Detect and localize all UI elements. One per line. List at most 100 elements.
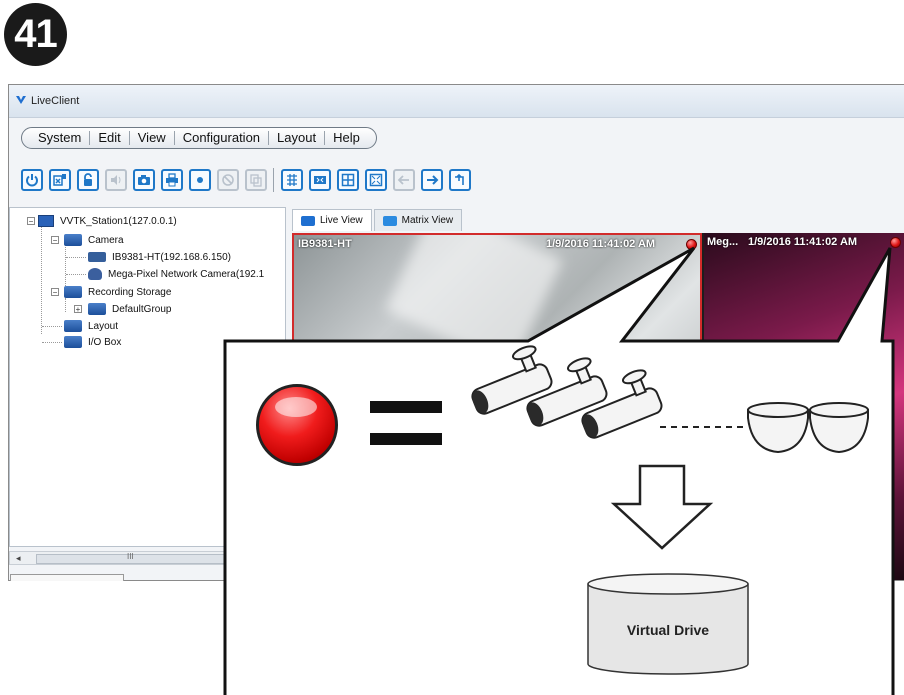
- tab-label: Matrix View: [401, 215, 454, 226]
- tree-item-io-box[interactable]: I/O Box: [64, 334, 121, 350]
- recording-indicator-icon: [890, 237, 901, 248]
- tree-item-camera-ib9381[interactable]: IB9381-HT(192.168.6.150): [88, 249, 231, 265]
- cam1-name: IB9381-HT: [298, 238, 352, 250]
- computer-icon: [38, 215, 54, 227]
- record-icon: [197, 177, 203, 183]
- matrix-tv-icon: [382, 215, 397, 226]
- expander-station[interactable]: −: [27, 217, 35, 226]
- tree-line: [66, 257, 86, 258]
- folder-icon: [64, 336, 82, 348]
- fullscreen-button[interactable]: [309, 169, 331, 191]
- print-button[interactable]: [161, 169, 183, 191]
- stop-button[interactable]: [217, 169, 239, 191]
- forward-button[interactable]: [421, 169, 443, 191]
- folder-icon: [88, 303, 106, 315]
- camera-icon: [301, 215, 315, 226]
- tree-line: [41, 224, 42, 334]
- logout-button[interactable]: [49, 169, 71, 191]
- bottom-panel-tab[interactable]: [10, 574, 124, 581]
- forward-arrow-icon: [427, 175, 439, 185]
- tree-label: Mega-Pixel Network Camera(192.1: [108, 268, 265, 280]
- expander-recording-storage[interactable]: −: [51, 288, 59, 297]
- video-content: [385, 235, 563, 369]
- bullet-camera-icon: [88, 252, 106, 262]
- tree-label: Layout: [88, 320, 119, 332]
- tree-item-layout[interactable]: Layout: [64, 318, 118, 334]
- scrollbar-thumb[interactable]: III: [36, 552, 234, 564]
- expander-default-group[interactable]: +: [74, 305, 82, 314]
- cam1-timestamp: 1/9/2016 11:41:02 AM: [546, 238, 656, 250]
- tree-line: [66, 274, 86, 275]
- snapshot-button[interactable]: [133, 169, 155, 191]
- menu-view[interactable]: View: [130, 131, 175, 145]
- view-tabs: Live View Matrix View: [292, 209, 464, 231]
- toolbar: [21, 165, 477, 195]
- logout-icon: [53, 174, 66, 186]
- tree-line: [42, 342, 62, 343]
- tree-horizontal-scrollbar[interactable]: ◂ III: [9, 551, 286, 565]
- tree-label: Camera: [88, 234, 124, 246]
- virtual-drive-icon: [587, 573, 749, 675]
- app-logo-icon: [16, 96, 26, 104]
- cam2-name: Meg...: [707, 236, 739, 248]
- fit-icon: [369, 173, 383, 187]
- liveclient-window: LiveClient System Edit View Configuratio…: [8, 84, 904, 581]
- tree-label: Recording Storage: [88, 286, 172, 298]
- tree-label: DefaultGroup: [112, 303, 172, 315]
- tile-button[interactable]: [281, 169, 303, 191]
- video-feed-cam1[interactable]: IB9381-HT 1/9/2016 11:41:02 AM: [292, 233, 702, 580]
- snapshot-icon: [138, 175, 150, 185]
- tree-item-recording-storage[interactable]: Recording Storage: [64, 284, 171, 300]
- video-feed-cam2[interactable]: Meg... 1/9/2016 11:41:02 AM: [704, 233, 904, 580]
- layout-button[interactable]: [337, 169, 359, 191]
- folder-icon: [64, 234, 82, 246]
- fit-button[interactable]: [365, 169, 387, 191]
- power-icon: [26, 174, 38, 187]
- tree-item-camera[interactable]: Camera: [64, 232, 124, 248]
- dome-camera-icon: [88, 268, 102, 280]
- tree-label: I/O Box: [88, 336, 122, 348]
- recording-indicator-icon: [686, 239, 697, 250]
- virtual-drive-label: Virtual Drive: [626, 622, 710, 638]
- tab-matrix-view[interactable]: Matrix View: [373, 209, 463, 231]
- tree-line: [65, 298, 66, 312]
- tree-label: VVTK_Station1(127.0.0.1): [60, 215, 177, 227]
- menu-help[interactable]: Help: [325, 131, 368, 145]
- menu-system[interactable]: System: [30, 131, 91, 145]
- restore-icon: [455, 173, 464, 185]
- device-tree: − VVTK_Station1(127.0.0.1) − Camera IB93…: [9, 207, 286, 547]
- toolbar-separator: [273, 168, 274, 192]
- power-button[interactable]: [21, 169, 43, 191]
- scroll-grip: III: [127, 552, 134, 561]
- tree-label: IB9381-HT(192.168.6.150): [112, 251, 231, 263]
- fullscreen-icon: [314, 176, 326, 184]
- expander-camera[interactable]: −: [51, 236, 59, 245]
- tree-line: [42, 326, 62, 327]
- back-arrow-icon: [397, 175, 409, 185]
- tree-item-camera-megapixel[interactable]: Mega-Pixel Network Camera(192.1: [88, 266, 264, 282]
- lock-icon: [84, 173, 92, 186]
- copy-icon: [250, 174, 262, 187]
- step-number-badge: 41: [4, 3, 67, 66]
- record-button[interactable]: [189, 169, 211, 191]
- restore-button[interactable]: [449, 169, 471, 191]
- menu-configuration[interactable]: Configuration: [175, 131, 270, 145]
- no-entry-icon: [222, 174, 234, 186]
- tree-item-default-group[interactable]: DefaultGroup: [88, 301, 171, 317]
- tab-live-view[interactable]: Live View: [292, 209, 372, 231]
- lock-button[interactable]: [77, 169, 99, 191]
- tree-item-station[interactable]: VVTK_Station1(127.0.0.1): [38, 213, 177, 229]
- menu-layout[interactable]: Layout: [269, 131, 326, 145]
- copy-button[interactable]: [245, 169, 267, 191]
- folder-icon: [64, 286, 82, 298]
- scroll-left-icon[interactable]: ◂: [16, 553, 21, 564]
- layout-icon: [341, 173, 355, 187]
- folder-icon: [64, 320, 82, 332]
- tab-label: Live View: [320, 215, 363, 226]
- audio-button[interactable]: [105, 169, 127, 191]
- tree-line: [65, 244, 66, 286]
- back-button[interactable]: [393, 169, 415, 191]
- menu-edit[interactable]: Edit: [90, 131, 130, 145]
- title-bar: LiveClient: [9, 85, 904, 118]
- live-view-area: IB9381-HT 1/9/2016 11:41:02 AM Meg... 1/…: [292, 233, 904, 580]
